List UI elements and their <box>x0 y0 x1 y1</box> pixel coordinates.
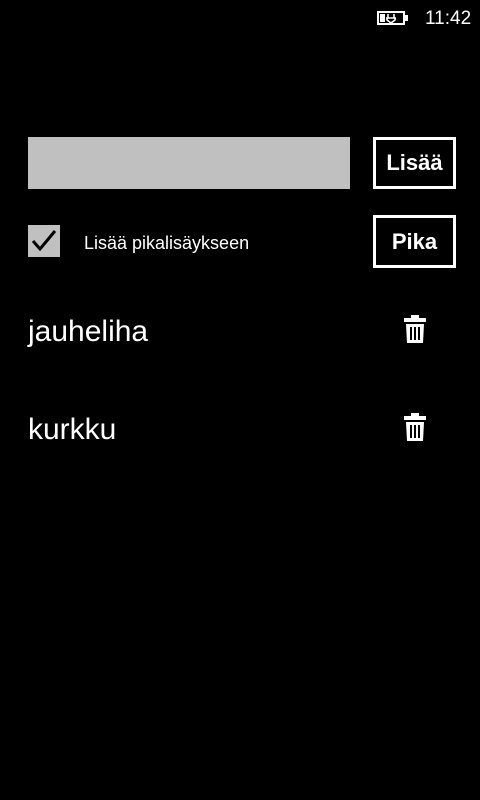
item-name-input[interactable] <box>28 137 350 189</box>
quick-button[interactable]: Pika <box>373 215 456 268</box>
status-bar: 11:42 <box>0 0 480 36</box>
shopping-list: jauheliha kurkku <box>0 300 480 496</box>
checkmark-icon <box>31 230 57 252</box>
status-clock: 11:42 <box>425 8 472 29</box>
quick-add-checkbox[interactable] <box>28 225 60 257</box>
list-item-label: kurkku <box>28 413 117 446</box>
list-item-label: jauheliha <box>28 315 149 348</box>
trash-icon[interactable] <box>403 314 427 344</box>
list-item: kurkku <box>0 398 480 496</box>
quick-add-checkbox-label: Lisää pikalisäykseen <box>84 233 250 253</box>
add-button[interactable]: Lisää <box>373 137 456 189</box>
battery-charging-icon <box>377 10 409 26</box>
trash-icon[interactable] <box>403 412 427 442</box>
list-item: jauheliha <box>0 300 480 398</box>
